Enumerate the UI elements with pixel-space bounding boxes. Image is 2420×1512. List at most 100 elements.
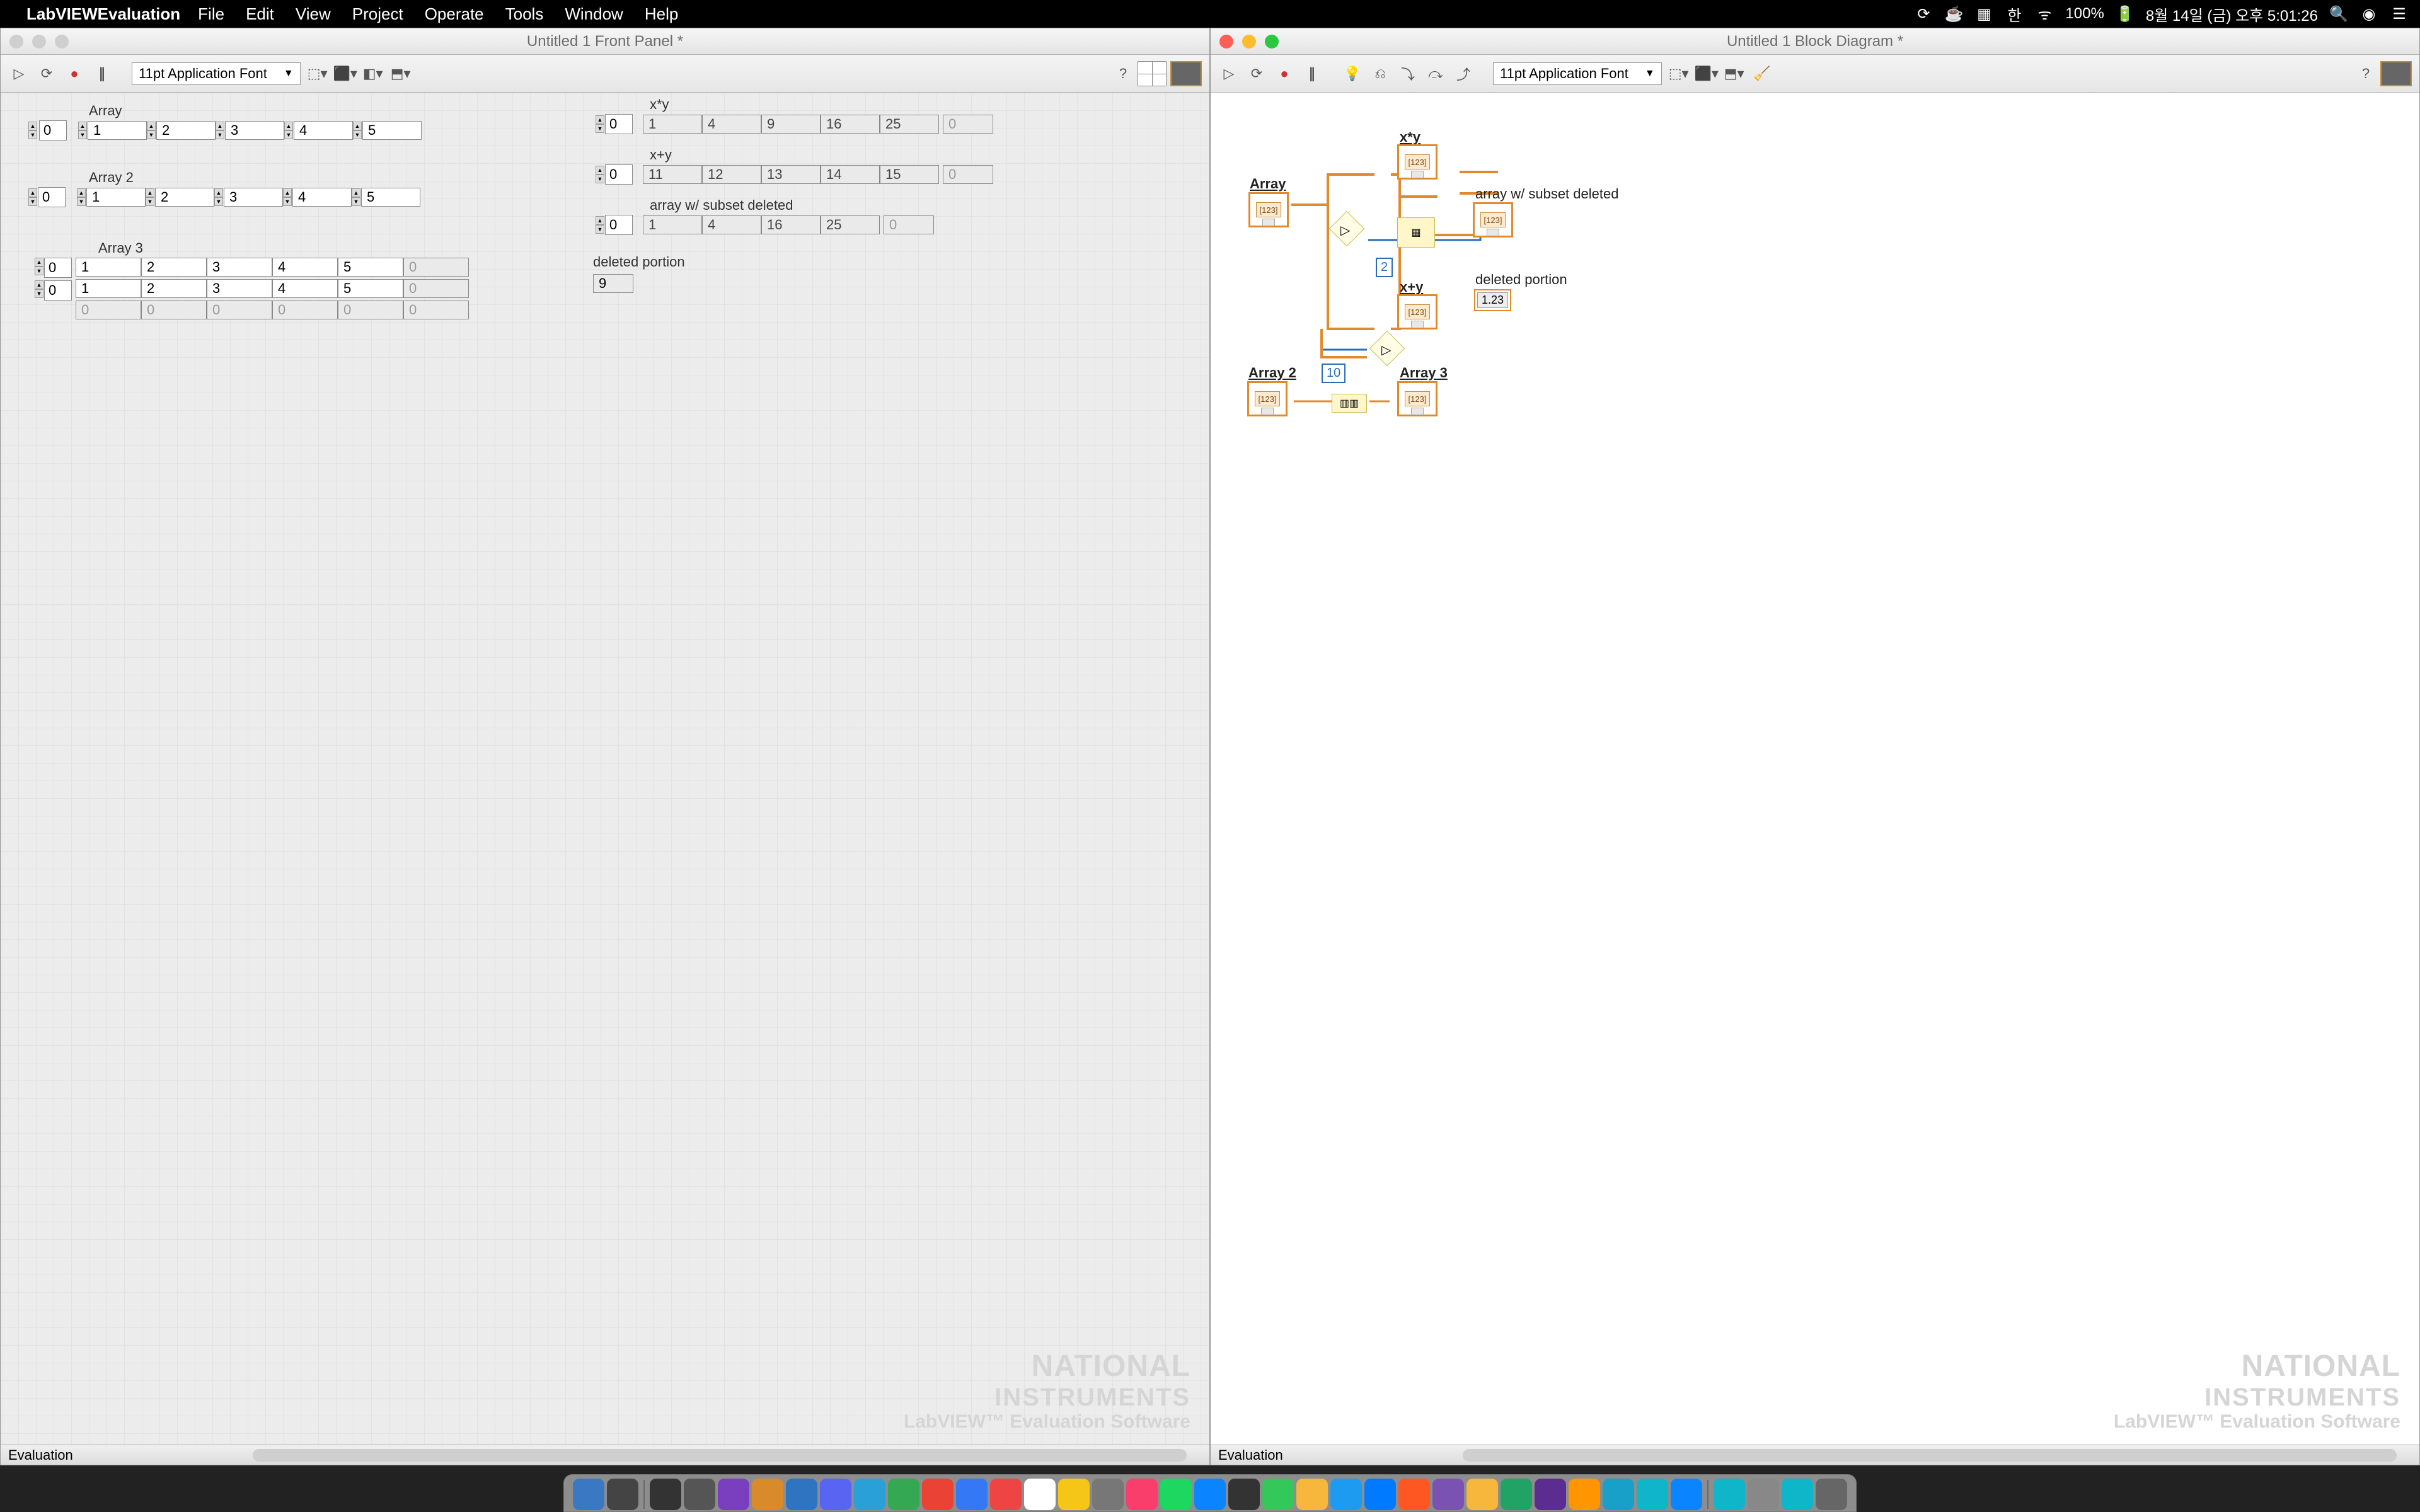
dock-app-icon[interactable] — [1262, 1479, 1294, 1510]
bd-run-continuous-button[interactable]: ⟳ — [1246, 63, 1267, 84]
dock-app-icon[interactable] — [1603, 1479, 1634, 1510]
dock-app-icon[interactable] — [1330, 1479, 1362, 1510]
dock-app-icon[interactable] — [1160, 1479, 1192, 1510]
reorder-menu[interactable]: ⬒▾ — [390, 63, 412, 84]
control-center-icon[interactable]: ☰ — [2390, 4, 2409, 23]
close-button[interactable] — [9, 35, 23, 49]
dock-app-icon[interactable] — [752, 1479, 783, 1510]
bd-icon-pane[interactable] — [2380, 61, 2412, 86]
menu-operate[interactable]: Operate — [425, 4, 484, 24]
menu-project[interactable]: Project — [352, 4, 403, 24]
bd-help-button[interactable]: ? — [2355, 63, 2377, 84]
bd-align-menu[interactable]: ⬚▾ — [1668, 63, 1690, 84]
subset-index[interactable]: 0 — [605, 215, 633, 235]
cell-spin-down[interactable]: ▼ — [146, 197, 154, 206]
dock-app-icon[interactable] — [1432, 1479, 1464, 1510]
menu-file[interactable]: File — [198, 4, 224, 24]
minimize-button[interactable] — [32, 35, 46, 49]
menu-view[interactable]: View — [296, 4, 331, 24]
array-cell[interactable]: 5 — [361, 188, 420, 207]
run-continuous-button[interactable]: ⟳ — [36, 63, 57, 84]
xplusy-index[interactable]: 0 — [605, 164, 633, 185]
dock-app-icon[interactable] — [1228, 1479, 1260, 1510]
cell-spin-up[interactable]: ▲ — [283, 188, 292, 197]
cell-spin-down[interactable]: ▼ — [78, 130, 87, 139]
array-idx-up[interactable]: ▲ — [28, 122, 37, 130]
status-icon-1[interactable]: ⟳ — [1914, 4, 1933, 23]
zoom-button[interactable] — [55, 35, 69, 49]
dock-app-icon[interactable] — [1398, 1479, 1430, 1510]
dock-app-icon[interactable] — [1671, 1479, 1702, 1510]
cell-spin-up[interactable]: ▲ — [353, 122, 362, 130]
align-menu[interactable]: ⬚▾ — [307, 63, 328, 84]
bd-hscrollbar[interactable] — [1463, 1449, 2397, 1462]
dock-app-icon[interactable] — [1748, 1479, 1779, 1510]
xtimesy-index[interactable]: 0 — [605, 114, 633, 134]
array3-cell[interactable]: 1 — [76, 258, 141, 277]
font-dropdown[interactable]: 11pt Application Font ▼ — [132, 62, 301, 85]
dock-app-icon[interactable] — [956, 1479, 988, 1510]
cell-spin-down[interactable]: ▼ — [147, 130, 156, 139]
bd-close-button[interactable] — [1219, 35, 1233, 49]
cell-spin-up[interactable]: ▲ — [78, 122, 87, 130]
array3-colidx-up[interactable]: ▲ — [35, 280, 43, 289]
cell-spin-up[interactable]: ▲ — [147, 122, 156, 130]
block-diagram-titlebar[interactable]: Untitled 1 Block Diagram * — [1211, 28, 2419, 55]
xplusy-idx-down[interactable]: ▼ — [596, 175, 604, 183]
pause-button[interactable]: ∥ — [91, 63, 113, 84]
dock-app-icon[interactable] — [1364, 1479, 1396, 1510]
array3-cell[interactable]: 2 — [141, 258, 207, 277]
front-panel-canvas[interactable]: Array ▲▼ 0 ▲▼1▲▼2▲▼3▲▼4▲▼5 Array 2 ▲▼ 0 … — [1, 93, 1209, 1445]
bd-array-control[interactable]: [123] — [1248, 192, 1289, 227]
subset-idx-up[interactable]: ▲ — [596, 216, 604, 225]
menu-window[interactable]: Window — [565, 4, 623, 24]
dock-app-icon[interactable] — [1569, 1479, 1600, 1510]
subset-idx-down[interactable]: ▼ — [596, 225, 604, 234]
help-button[interactable]: ? — [1112, 63, 1134, 84]
array-idx-down[interactable]: ▼ — [28, 130, 37, 139]
cell-spin-down[interactable]: ▼ — [283, 197, 292, 206]
constant-10[interactable]: 10 — [1322, 364, 1345, 383]
bd-reorder-menu[interactable]: ⬒▾ — [1724, 63, 1745, 84]
bd-run-button[interactable]: ▷ — [1218, 63, 1240, 84]
retain-wire-values-button[interactable]: ⎌ — [1369, 63, 1391, 84]
array-index[interactable]: 0 — [39, 120, 67, 140]
xtimesy-idx-down[interactable]: ▼ — [596, 124, 604, 133]
array3-cell[interactable]: 4 — [272, 258, 338, 277]
bd-minimize-button[interactable] — [1242, 35, 1256, 49]
xplusy-idx-up[interactable]: ▲ — [596, 166, 604, 175]
cell-spin-down[interactable]: ▼ — [77, 197, 86, 206]
dock-app-icon[interactable] — [1535, 1479, 1566, 1510]
array2-idx-up[interactable]: ▲ — [28, 188, 37, 197]
dock-app-icon[interactable] — [573, 1479, 604, 1510]
step-out-button[interactable]: ⤴ — [1453, 63, 1474, 84]
array3-cell[interactable]: 5 — [338, 279, 403, 298]
constant-2[interactable]: 2 — [1376, 258, 1393, 277]
dock-app-icon[interactable] — [1501, 1479, 1532, 1510]
xtimesy-idx-up[interactable]: ▲ — [596, 115, 604, 124]
distribute-menu[interactable]: ⬛▾ — [335, 63, 356, 84]
dock-app-icon[interactable] — [650, 1479, 681, 1510]
block-diagram-canvas[interactable]: Array [123] x*y [123] ▷ ▦ 2 array w/ sub… — [1211, 93, 2419, 1445]
menu-tools[interactable]: Tools — [505, 4, 544, 24]
array2-index[interactable]: 0 — [38, 187, 66, 207]
spotlight-icon[interactable]: 🔍 — [2329, 4, 2348, 23]
dock-app-icon[interactable] — [922, 1479, 954, 1510]
resize-menu[interactable]: ◧▾ — [362, 63, 384, 84]
bd-array3-indicator[interactable]: [123] — [1397, 381, 1438, 416]
bd-distribute-menu[interactable]: ⬛▾ — [1696, 63, 1717, 84]
cell-spin-down[interactable]: ▼ — [353, 130, 362, 139]
dock-app-icon[interactable] — [1637, 1479, 1668, 1510]
bd-xty-indicator[interactable]: [123] — [1397, 144, 1438, 180]
dock-app-icon[interactable] — [1782, 1479, 1813, 1510]
app-name[interactable]: LabVIEWEvaluation — [26, 4, 180, 24]
dock-app-icon[interactable] — [990, 1479, 1022, 1510]
bd-subset-indicator[interactable]: [123] — [1473, 202, 1513, 238]
delete-from-array-function[interactable]: ▦ — [1397, 217, 1435, 248]
dock-app-icon[interactable] — [1816, 1479, 1847, 1510]
cell-spin-up[interactable]: ▲ — [284, 122, 293, 130]
array3-cell[interactable]: 3 — [207, 279, 272, 298]
array3-rowidx-down[interactable]: ▼ — [35, 266, 43, 275]
cell-spin-up[interactable]: ▲ — [214, 188, 223, 197]
bd-deleted-indicator[interactable]: 1.23 — [1474, 289, 1511, 311]
